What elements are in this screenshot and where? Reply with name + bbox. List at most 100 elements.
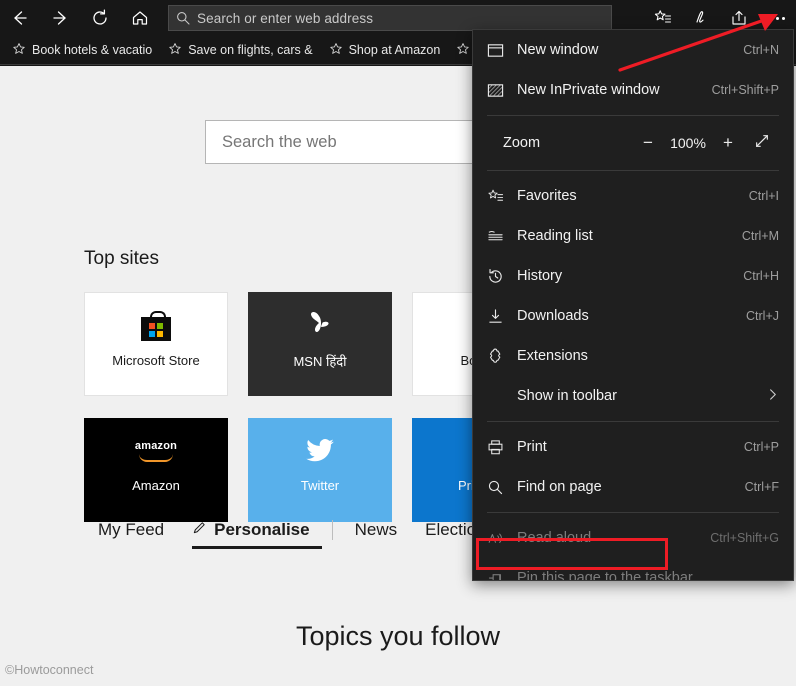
web-search-placeholder: Search the web — [222, 132, 337, 151]
menu-item-shortcut: Ctrl+Shift+P — [711, 83, 779, 97]
star-icon — [168, 42, 182, 59]
menu-separator — [487, 421, 779, 422]
menu-item-read-aloud[interactable]: Read aloud Ctrl+Shift+G — [473, 518, 793, 558]
microsoft-store-logo-icon — [85, 311, 227, 346]
menu-item-label: Read aloud — [517, 530, 592, 546]
feed-nav-item-news[interactable]: News — [341, 520, 412, 540]
menu-item-label: History — [517, 268, 563, 284]
inprivate-icon — [487, 82, 517, 99]
menu-item-label: Extensions — [517, 348, 588, 364]
menu-item-label: Downloads — [517, 308, 589, 324]
top-site-tile[interactable]: MSN हिंदी — [248, 292, 392, 396]
pin-icon — [487, 570, 517, 580]
feed-nav-divider — [331, 520, 333, 540]
reading-list-icon — [487, 228, 517, 245]
amazon-logo-icon: amazon — [84, 436, 228, 462]
menu-item-shortcut: Ctrl+Shift+G — [710, 531, 779, 545]
top-site-label: Twitter — [300, 478, 340, 493]
watermark-text: ©Howtoconnect — [5, 663, 94, 677]
menu-item-downloads[interactable]: Downloads Ctrl+J — [473, 296, 793, 336]
favorites-icon — [487, 188, 517, 205]
window-icon — [487, 42, 517, 59]
menu-item-show-in-toolbar[interactable]: Show in toolbar — [473, 376, 793, 416]
twitter-bird-logo-icon — [248, 436, 392, 471]
refresh-icon[interactable] — [80, 0, 120, 36]
back-arrow-icon[interactable] — [0, 0, 40, 36]
top-site-label: Amazon — [132, 478, 180, 493]
top-site-tile[interactable]: Microsoft Store — [84, 292, 228, 396]
address-bar-placeholder: Search or enter web address — [197, 10, 374, 26]
menu-item-label: Favorites — [517, 188, 577, 204]
favorite-label: Save on flights, cars & — [188, 43, 313, 57]
read-aloud-icon — [487, 530, 517, 547]
menu-item-label: Reading list — [517, 228, 593, 244]
menu-item-pin-to-taskbar[interactable]: Pin this page to the taskbar — [473, 558, 793, 581]
menu-item-history[interactable]: History Ctrl+H — [473, 256, 793, 296]
top-site-label: Microsoft Store — [112, 353, 200, 368]
zoom-label: Zoom — [503, 135, 541, 151]
address-bar[interactable]: Search or enter web address — [168, 5, 612, 31]
menu-item-label: Print — [517, 439, 547, 455]
menu-item-shortcut: Ctrl+P — [743, 440, 779, 454]
menu-zoom-row: Zoom − 100% + — [473, 121, 793, 165]
active-underline — [192, 546, 322, 549]
menu-item-shortcut: Ctrl+N — [743, 43, 779, 57]
menu-item-label: Find on page — [517, 479, 602, 495]
feed-nav-item-my-feed[interactable]: My Feed — [84, 520, 178, 540]
favorite-item[interactable]: Book hotels & vacatio — [4, 36, 160, 65]
chevron-right-icon — [766, 388, 779, 404]
search-icon — [169, 11, 197, 25]
fullscreen-icon[interactable] — [745, 133, 779, 154]
menu-separator — [487, 115, 779, 116]
ellipsis-glyph — [769, 16, 785, 20]
menu-item-find-on-page[interactable]: Find on page Ctrl+F — [473, 467, 793, 507]
feed-nav-label: Personalise — [214, 520, 310, 539]
top-sites-heading: Top sites — [84, 248, 159, 269]
history-icon — [487, 268, 517, 285]
star-icon — [12, 42, 26, 59]
menu-item-shortcut: Ctrl+J — [746, 309, 779, 323]
menu-item-shortcut: Ctrl+M — [741, 229, 779, 243]
menu-item-shortcut: Ctrl+I — [748, 189, 779, 203]
feed-nav-item-personalise[interactable]: Personalise — [178, 520, 323, 549]
menu-item-label: New window — [517, 42, 599, 58]
favorite-label: Book hotels & vacatio — [32, 43, 153, 57]
feed-nav-label: My Feed — [98, 520, 165, 539]
top-site-tile[interactable]: amazon Amazon — [84, 418, 228, 522]
home-icon[interactable] — [120, 0, 160, 36]
forward-arrow-icon[interactable] — [40, 0, 80, 36]
menu-item-shortcut: Ctrl+F — [744, 480, 779, 494]
zoom-in-button[interactable]: + — [711, 133, 745, 153]
menu-item-new-inprivate-window[interactable]: New InPrivate window Ctrl+Shift+P — [473, 70, 793, 110]
printer-icon — [487, 439, 517, 456]
menu-item-label: New InPrivate window — [517, 82, 660, 98]
menu-item-shortcut: Ctrl+H — [743, 269, 779, 283]
menu-item-favorites[interactable]: Favorites Ctrl+I — [473, 176, 793, 216]
star-icon — [329, 42, 343, 59]
search-icon — [487, 479, 517, 496]
zoom-level-value: 100% — [670, 135, 706, 151]
favorite-item[interactable]: Save on flights, cars & — [160, 36, 320, 65]
menu-item-print[interactable]: Print Ctrl+P — [473, 427, 793, 467]
menu-item-reading-list[interactable]: Reading list Ctrl+M — [473, 216, 793, 256]
menu-item-new-window[interactable]: New window Ctrl+N — [473, 30, 793, 70]
msn-butterfly-logo-icon — [248, 310, 392, 345]
menu-separator — [487, 170, 779, 171]
settings-and-more-menu: New window Ctrl+N New InPrivate window C… — [472, 29, 794, 581]
star-icon — [456, 42, 470, 59]
favorite-item[interactable]: Shop at Amazon — [321, 36, 449, 65]
pencil-icon — [192, 520, 207, 540]
top-site-tile[interactable]: Twitter — [248, 418, 392, 522]
downloads-icon — [487, 308, 517, 325]
menu-item-extensions[interactable]: Extensions — [473, 336, 793, 376]
browser-window: Search or enter web address Book hotels … — [0, 0, 796, 686]
zoom-out-button[interactable]: − — [631, 133, 665, 153]
favorite-label: Shop at Amazon — [348, 43, 441, 57]
topics-you-follow-heading: Topics you follow — [295, 621, 501, 651]
feed-nav-label: News — [354, 520, 398, 539]
feed-nav: My Feed Personalise News Elections 20 — [84, 520, 532, 549]
top-site-label: MSN हिंदी — [293, 354, 347, 369]
menu-item-label: Pin this page to the taskbar — [517, 570, 693, 581]
extensions-icon — [487, 348, 517, 365]
menu-separator — [487, 512, 779, 513]
